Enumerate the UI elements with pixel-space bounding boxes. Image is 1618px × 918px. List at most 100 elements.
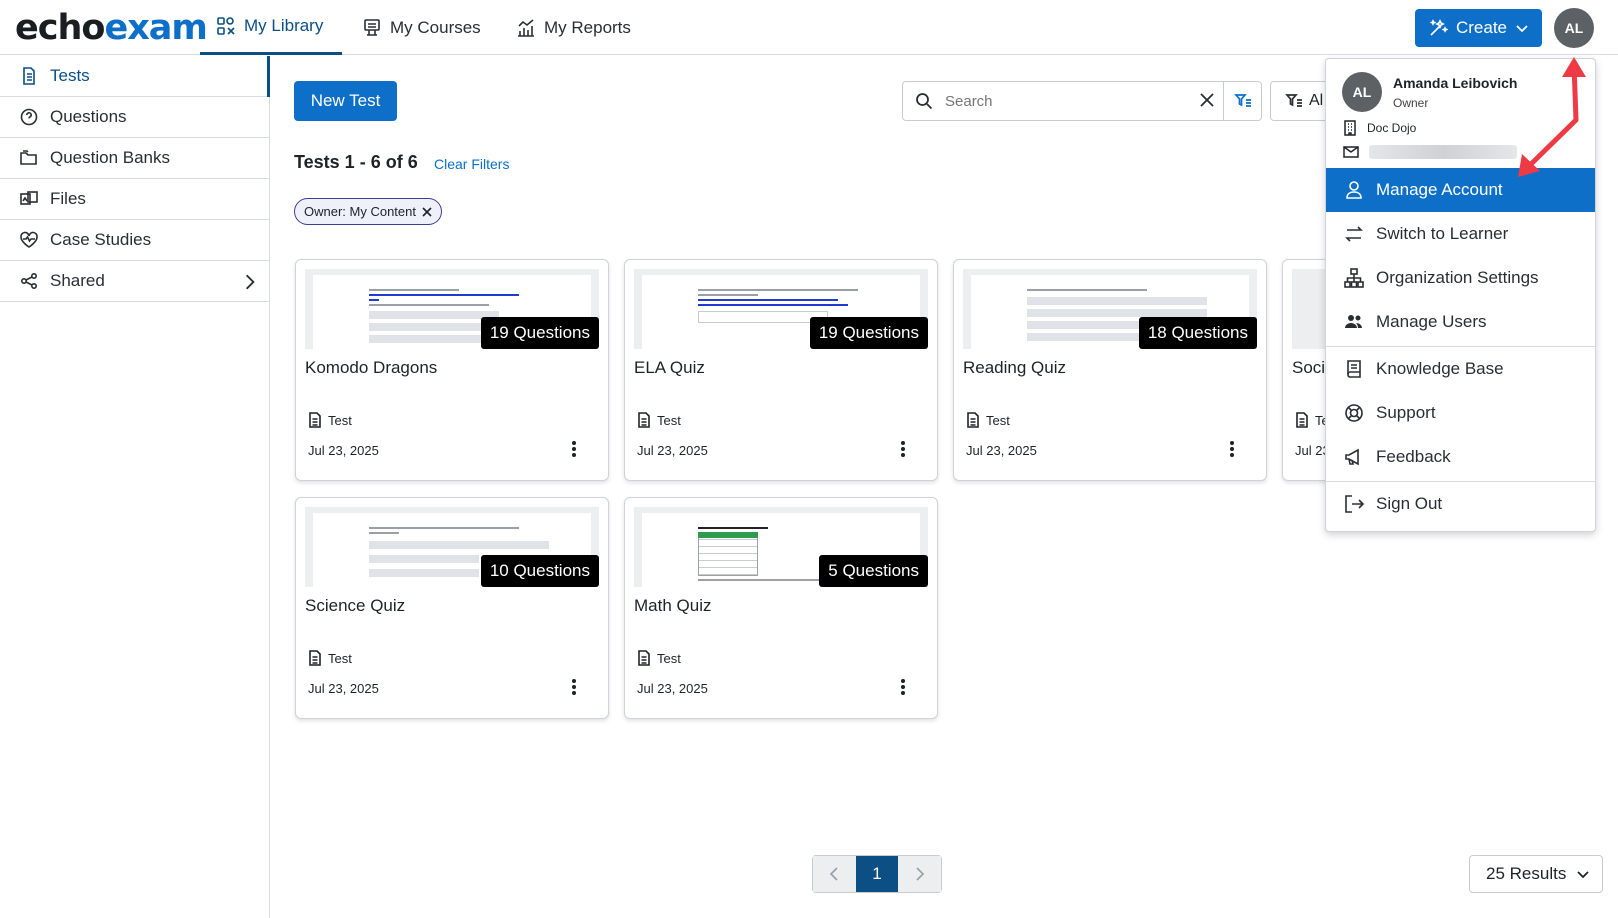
avatar: AL xyxy=(1342,72,1382,112)
close-icon[interactable] xyxy=(422,206,432,217)
nav-my-reports[interactable]: My Reports xyxy=(516,0,631,55)
users-icon xyxy=(1345,315,1362,328)
sidebar-item-tests[interactable]: Tests xyxy=(0,56,270,97)
document-icon xyxy=(638,650,650,666)
card-type: Te xyxy=(1295,412,1329,428)
user-email xyxy=(1343,145,1517,159)
sidebar-item-case-studies[interactable]: Case Studies xyxy=(0,220,269,261)
results-per-page-select[interactable]: 25 Results xyxy=(1469,855,1603,893)
prev-page-button[interactable] xyxy=(813,856,856,892)
chevron-down-icon xyxy=(1516,25,1528,33)
chevron-right-icon xyxy=(916,867,924,881)
question-icon xyxy=(20,108,38,126)
megaphone-icon xyxy=(1345,448,1359,466)
sidebar-item-question-banks[interactable]: Question Banks xyxy=(0,138,269,179)
document-icon xyxy=(309,412,321,428)
search-filter-button[interactable] xyxy=(1223,82,1261,120)
echoexam-logo[interactable]: echoexam xyxy=(15,8,208,48)
folder-icon xyxy=(20,150,37,165)
card-date: Jul 23, 2025 xyxy=(966,443,1037,458)
card-type: Test xyxy=(308,650,352,666)
card-title: Komodo Dragons xyxy=(305,358,438,377)
filter-icon xyxy=(1233,94,1251,107)
search-icon xyxy=(916,93,933,110)
sidebar-item-files[interactable]: Files xyxy=(0,179,269,220)
user-org: Doc Dojo xyxy=(1343,120,1416,136)
card-date: Jul 23, 2025 xyxy=(637,443,708,458)
test-card[interactable]: 19 Questions ELA Quiz Test Jul 23, 2025 xyxy=(624,259,938,481)
menu-knowledge-base[interactable]: Knowledge Base xyxy=(1326,347,1595,391)
user-role: Owner xyxy=(1393,96,1429,110)
mail-icon xyxy=(1343,146,1359,158)
next-page-button[interactable] xyxy=(898,856,942,892)
new-test-button[interactable]: New Test xyxy=(294,81,397,121)
nav-my-courses[interactable]: My Courses xyxy=(362,0,481,55)
chevron-down-icon xyxy=(1577,871,1589,879)
menu-feedback[interactable]: Feedback xyxy=(1326,435,1595,479)
question-count-badge: 18 Questions xyxy=(1138,317,1257,349)
card-date: Jul 23, 2025 xyxy=(308,443,379,458)
lifebuoy-icon xyxy=(1345,404,1363,422)
redacted-email xyxy=(1369,145,1517,159)
filter-chip[interactable]: Owner: My Content xyxy=(294,198,442,225)
card-title: Reading Quiz xyxy=(963,358,1067,377)
sidebar-item-shared[interactable]: Shared xyxy=(0,261,269,302)
kebab-menu-icon[interactable] xyxy=(900,678,906,696)
document-icon xyxy=(23,67,35,85)
results-count: Tests 1 - 6 of 6 xyxy=(294,152,418,172)
menu-organization-settings[interactable]: Organization Settings xyxy=(1326,256,1595,300)
question-count-badge: 10 Questions xyxy=(480,555,599,587)
clear-filters-link[interactable]: Clear Filters xyxy=(434,156,509,172)
test-card[interactable]: 19 Questions Komodo Dragons Test Jul 23,… xyxy=(295,259,609,481)
sign-out-icon xyxy=(1345,495,1364,513)
sidebar-item-questions[interactable]: Questions xyxy=(0,97,269,138)
top-bar: echoexam My Library My Courses My Report… xyxy=(0,0,1618,55)
document-icon xyxy=(638,412,650,428)
building-icon xyxy=(1344,120,1356,136)
chevron-left-icon xyxy=(830,867,838,881)
test-card[interactable]: 5 Questions Math Quiz Test Jul 23, 2025 xyxy=(624,497,938,719)
kebab-menu-icon[interactable] xyxy=(1229,440,1235,458)
filter-icon xyxy=(1285,94,1302,107)
kebab-menu-icon[interactable] xyxy=(571,678,577,696)
kebab-menu-icon[interactable] xyxy=(900,440,906,458)
test-card[interactable]: 10 Questions Science Quiz Test Jul 23, 2… xyxy=(295,497,609,719)
share-icon xyxy=(20,272,38,290)
card-type: Test xyxy=(308,412,352,428)
card-type: Test xyxy=(966,412,1010,428)
magic-wand-icon xyxy=(1429,19,1448,36)
document-icon xyxy=(309,650,321,666)
reports-icon xyxy=(518,18,534,37)
menu-sign-out[interactable]: Sign Out xyxy=(1326,482,1595,526)
book-icon xyxy=(1347,360,1361,378)
sidebar: Tests Questions Question Banks Files Cas… xyxy=(0,56,270,918)
question-count-badge: 19 Questions xyxy=(809,317,928,349)
menu-switch-to-learner[interactable]: Switch to Learner xyxy=(1326,212,1595,256)
menu-manage-users[interactable]: Manage Users xyxy=(1326,300,1595,344)
close-icon[interactable] xyxy=(1199,92,1215,108)
nav-my-library[interactable]: My Library xyxy=(200,0,342,55)
search-box xyxy=(902,81,1262,121)
user-name: Amanda Leibovich xyxy=(1393,75,1518,91)
test-card[interactable]: 18 Questions Reading Quiz Test Jul 23, 2… xyxy=(953,259,1267,481)
menu-support[interactable]: Support xyxy=(1326,391,1595,435)
kebab-menu-icon[interactable] xyxy=(571,440,577,458)
card-date: Jul 23, 2025 xyxy=(308,681,379,696)
switch-icon xyxy=(1345,226,1363,242)
card-type: Test xyxy=(637,412,681,428)
pagination: 1 xyxy=(812,855,942,893)
org-chart-icon xyxy=(1344,268,1364,288)
page-1-button[interactable]: 1 xyxy=(855,856,899,892)
person-icon xyxy=(1346,181,1362,199)
question-count-badge: 19 Questions xyxy=(480,317,599,349)
files-icon xyxy=(20,191,38,205)
document-icon xyxy=(967,412,979,428)
question-count-badge: 5 Questions xyxy=(819,555,928,587)
chevron-right-icon xyxy=(245,274,255,290)
search-input[interactable] xyxy=(945,92,1175,110)
heart-pulse-icon xyxy=(20,231,38,248)
create-button[interactable]: Create xyxy=(1415,9,1542,47)
card-title: ELA Quiz xyxy=(634,358,705,377)
user-avatar[interactable]: AL xyxy=(1554,8,1594,48)
document-icon xyxy=(1296,412,1308,428)
